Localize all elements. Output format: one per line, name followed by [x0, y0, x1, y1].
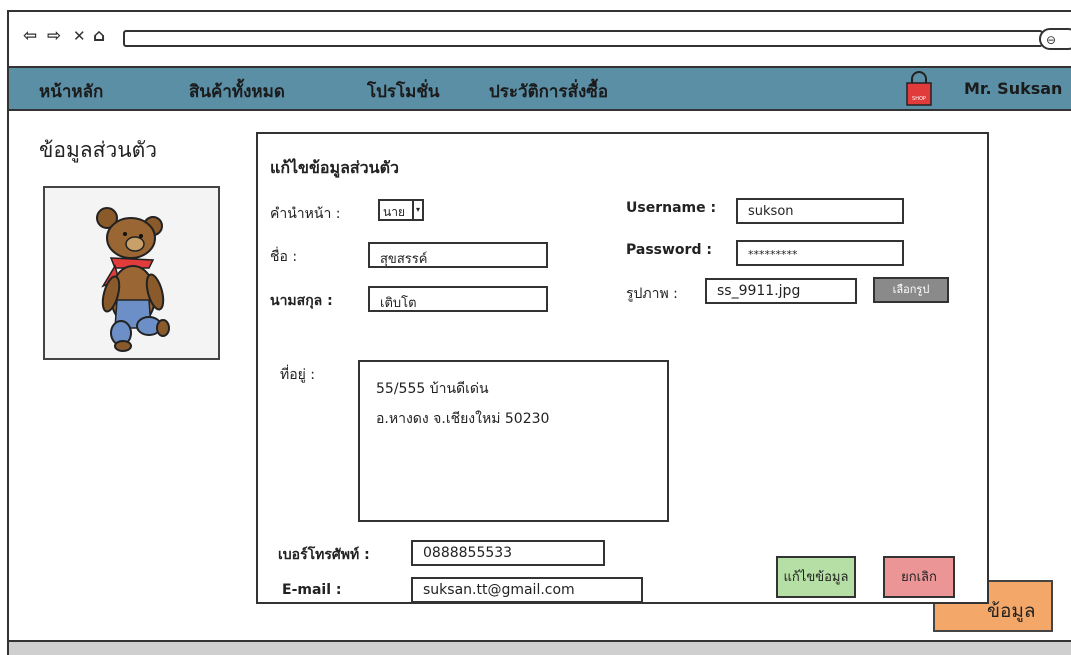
phone-label: เบอร์โทรศัพท์ :: [278, 547, 370, 563]
browser-toolbar: ⇦ ⇨ ✕ ⌂ ⊖: [9, 12, 1071, 66]
photo-field[interactable]: ss_9911.jpg: [705, 278, 857, 304]
choose-photo-button[interactable]: เลือกรูป: [873, 277, 949, 303]
page-title: ข้อมูลส่วนตัว: [39, 138, 158, 162]
nav-item-promotion[interactable]: โปรโมชั่น: [367, 78, 440, 105]
home-icon[interactable]: ⌂: [93, 26, 105, 46]
password-field[interactable]: *********: [736, 240, 904, 266]
avatar: [43, 186, 220, 360]
nav-item-all-products[interactable]: สินค้าทั้งหมด: [189, 78, 285, 105]
browser-window: ⇦ ⇨ ✕ ⌂ ⊖ หน้าหลัก สินค้าทั้งหมด โปรโมชั…: [7, 10, 1071, 655]
prefix-select[interactable]: นาย ▾: [378, 199, 424, 221]
nav-item-home[interactable]: หน้าหลัก: [39, 78, 103, 105]
username-label: Username :: [626, 200, 717, 216]
firstname-label: ชื่อ :: [270, 249, 298, 265]
password-label: Password :: [626, 242, 712, 258]
address-bar[interactable]: [123, 30, 1043, 47]
search-icon: ⊖: [1046, 33, 1057, 47]
forward-arrow-icon[interactable]: ⇨: [47, 26, 61, 46]
shopping-bag-icon[interactable]: SHOP: [904, 71, 934, 107]
svg-text:SHOP: SHOP: [912, 96, 926, 102]
address-label: ที่อยู่ :: [280, 367, 316, 383]
email-field[interactable]: suksan.tt@gmail.com: [411, 577, 643, 603]
username-field[interactable]: sukson: [736, 198, 904, 224]
address-line-1: 55/555 บ้านดีเด่น: [376, 381, 489, 397]
cancel-button[interactable]: ยกเลิก: [883, 556, 955, 598]
chevron-down-icon: ▾: [412, 201, 422, 219]
nav-item-order-history[interactable]: ประวัติการสั่งซื้อ: [489, 78, 608, 105]
view-info-label: ข้อมูล: [987, 600, 1036, 622]
prefix-value: นาย: [383, 205, 405, 219]
firstname-field[interactable]: สุขสรรค์: [368, 242, 548, 268]
edit-profile-dialog: แก้ไขข้อมูลส่วนตัว คำนำหน้า : นาย ▾ ชื่อ…: [256, 132, 989, 604]
user-menu[interactable]: Mr. Suksan: [964, 79, 1062, 98]
email-label: E-mail :: [282, 582, 342, 598]
dialog-title: แก้ไขข้อมูลส่วนตัว: [270, 158, 399, 177]
photo-label: รูปภาพ :: [626, 286, 678, 302]
lastname-field[interactable]: เติบโต: [368, 286, 548, 312]
teddy-bear-icon: [96, 207, 170, 352]
close-icon[interactable]: ✕: [73, 26, 86, 46]
top-navigation: หน้าหลัก สินค้าทั้งหมด โปรโมชั่น ประวัติ…: [9, 66, 1071, 111]
lastname-label: นามสกุล :: [270, 293, 333, 309]
prefix-label: คำนำหน้า :: [270, 206, 341, 222]
save-button[interactable]: แก้ไขข้อมูล: [776, 556, 856, 598]
search-field[interactable]: ⊖: [1039, 28, 1071, 50]
back-arrow-icon[interactable]: ⇦: [23, 26, 37, 46]
address-textarea[interactable]: 55/555 บ้านดีเด่น อ.หางดง จ.เชียงใหม่ 50…: [358, 360, 669, 522]
status-bar: [9, 640, 1071, 655]
phone-field[interactable]: 0888855533: [411, 540, 605, 566]
address-line-2: อ.หางดง จ.เชียงใหม่ 50230: [376, 411, 550, 427]
